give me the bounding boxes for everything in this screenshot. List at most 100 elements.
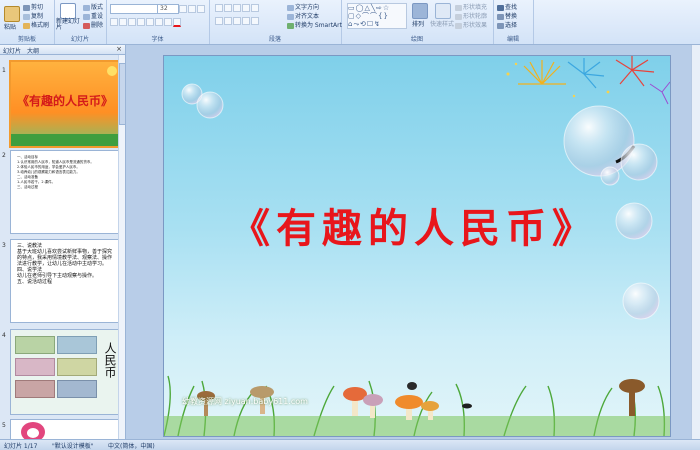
panel-tabs: 幻灯片 大纲 × bbox=[0, 45, 125, 55]
find-button[interactable]: 查找 bbox=[497, 2, 517, 11]
banknote-image bbox=[15, 380, 55, 398]
cut-button[interactable]: 剪切 bbox=[23, 2, 43, 11]
paste-icon[interactable] bbox=[4, 6, 20, 22]
slide-thumbnail-2[interactable]: 一、活动目标 1.认识常用的人民币，知道人民币是流通的货币。 2.体验人民币的用… bbox=[10, 150, 122, 234]
editing-group: 查找 替换 选择 编辑 bbox=[493, 0, 534, 44]
slide-number: 2 bbox=[2, 152, 6, 159]
shrink-font-icon[interactable] bbox=[188, 5, 196, 13]
slide3-line: 基于大班幼儿喜欢尝试新鲜事物，善于探究的特点，我采用情境教学法、观察法、操作法进… bbox=[17, 249, 113, 267]
font-name-box[interactable] bbox=[110, 4, 158, 14]
slide-thumbnail-4[interactable]: 人民币 bbox=[10, 329, 124, 415]
banknote-image bbox=[57, 336, 97, 354]
effects-icon bbox=[455, 22, 462, 29]
copy-icon bbox=[23, 13, 30, 20]
shape-fill-button[interactable]: 形状填充 bbox=[455, 2, 487, 11]
pen-icon bbox=[455, 13, 462, 20]
numbering-icon[interactable] bbox=[224, 4, 232, 12]
bubble-icon bbox=[620, 143, 658, 181]
shapes-gallery[interactable]: ▭◯△╲⇨☆ ▢◇⌒⌒{} ⌂⤳⟲☐↯ bbox=[347, 3, 407, 29]
shadow-icon[interactable] bbox=[146, 18, 154, 26]
line-spacing-icon[interactable] bbox=[251, 4, 259, 12]
spacing-icon[interactable] bbox=[155, 18, 163, 26]
slide-watermark: 幼教资源网 ziyuan.baby611.com bbox=[182, 397, 308, 406]
quick-styles-button[interactable]: 快速样式 bbox=[430, 19, 454, 28]
align-right-icon[interactable] bbox=[233, 17, 241, 25]
slide-number: 4 bbox=[2, 332, 6, 339]
slide2-line: 三、活动过程 bbox=[17, 185, 38, 189]
font-color-icon[interactable] bbox=[173, 18, 181, 27]
close-icon[interactable]: × bbox=[116, 45, 122, 53]
status-bar: 幻灯片 1/17 "默认设计模板" 中文(简体，中国) bbox=[0, 439, 700, 450]
paste-button[interactable]: 粘贴 bbox=[4, 22, 16, 31]
slide-title[interactable]: 《有趣的人民币》 bbox=[204, 196, 624, 254]
bubble-icon bbox=[600, 166, 620, 186]
slides-label: 幻灯片 bbox=[70, 36, 89, 43]
strikethrough-icon[interactable] bbox=[137, 18, 145, 26]
new-slide-button[interactable]: 新建幻灯片 bbox=[56, 19, 82, 31]
align-text-button[interactable]: 对齐文本 bbox=[287, 11, 319, 20]
clipboard-group: 粘贴 剪切 复制 格式刷 剪贴板 bbox=[0, 0, 55, 44]
slide-canvas[interactable]: 《有趣的人民币》 幼教资源网 ziyuan.baby611.com bbox=[163, 55, 671, 437]
copy-button[interactable]: 复制 bbox=[23, 11, 43, 20]
align-left-icon[interactable] bbox=[215, 17, 223, 25]
decrease-indent-icon[interactable] bbox=[233, 4, 241, 12]
underline-icon[interactable] bbox=[128, 18, 136, 26]
slide-thumbnail-5[interactable] bbox=[10, 419, 124, 440]
justify-icon[interactable] bbox=[242, 17, 250, 25]
font-label: 字体 bbox=[151, 36, 164, 43]
cursor-icon bbox=[497, 22, 504, 29]
case-icon[interactable] bbox=[164, 18, 172, 26]
reset-button[interactable]: 重设 bbox=[83, 11, 103, 20]
bold-icon[interactable] bbox=[110, 18, 118, 26]
shape-outline-button[interactable]: 形状轮廓 bbox=[455, 11, 487, 20]
grass-ground bbox=[164, 416, 670, 436]
paragraph-label: 段落 bbox=[268, 36, 281, 43]
replace-button[interactable]: 替换 bbox=[497, 11, 517, 20]
text-direction-icon bbox=[287, 4, 294, 11]
slide3-line: 五、说活动过程 bbox=[17, 279, 53, 285]
drawing-group: ▭◯△╲⇨☆ ▢◇⌒⌒{} ⌂⤳⟲☐↯ 排列 快速样式 形状填充 形状轮廓 形状效果… bbox=[341, 0, 494, 44]
slides-group: 新建幻灯片 版式 重设 删除 幻灯片 bbox=[54, 0, 107, 44]
italic-icon[interactable] bbox=[119, 18, 127, 26]
text-direction-button[interactable]: 文字方向 bbox=[287, 2, 319, 11]
bubble-icon bbox=[622, 282, 660, 320]
drawing-label: 绘图 bbox=[410, 36, 423, 43]
editor-scrollbar[interactable] bbox=[691, 45, 700, 439]
panel-scrollbar[interactable] bbox=[118, 55, 126, 439]
font-size-box[interactable]: 32 bbox=[157, 4, 179, 14]
quick-styles-icon[interactable] bbox=[435, 3, 451, 19]
arrange-icon[interactable] bbox=[412, 3, 428, 19]
columns-icon[interactable] bbox=[251, 17, 259, 25]
slide-number: 3 bbox=[2, 242, 6, 249]
convert-smartart-button[interactable]: 转换为 SmartArt bbox=[287, 20, 342, 29]
slide-thumbnail-3[interactable]: 三、说教法 基于大班幼儿喜欢尝试新鲜事物，善于探究的特点，我采用情境教学法、观察… bbox=[10, 239, 122, 323]
tab-slides[interactable]: 幻灯片 bbox=[3, 46, 21, 55]
slides-panel: 幻灯片 大纲 × 1 《有趣的人民币》 2 一、活动目标 1.认识常用的人民币，… bbox=[0, 45, 126, 440]
reset-icon bbox=[83, 13, 90, 20]
new-slide-icon[interactable] bbox=[60, 3, 76, 19]
slide-thumbnail-1[interactable]: 《有趣的人民币》 bbox=[9, 60, 125, 148]
clipboard-label: 剪贴板 bbox=[17, 36, 36, 43]
shape-effects-button[interactable]: 形状效果 bbox=[455, 20, 487, 29]
banknote-image bbox=[57, 380, 97, 398]
fireworks-icon bbox=[506, 56, 670, 105]
banknote-image bbox=[15, 336, 55, 354]
format-painter-button[interactable]: 格式刷 bbox=[23, 20, 49, 29]
clear-format-icon[interactable] bbox=[197, 5, 205, 13]
tab-outline[interactable]: 大纲 bbox=[27, 46, 39, 55]
align-center-icon[interactable] bbox=[224, 17, 232, 25]
slide-number: 1 bbox=[2, 67, 6, 74]
select-button[interactable]: 选择 bbox=[497, 20, 517, 29]
panel-scroll-thumb[interactable] bbox=[119, 63, 126, 125]
smartart-icon bbox=[287, 22, 294, 29]
slide4-thumb-title: 人民币 bbox=[103, 342, 117, 378]
arrange-button[interactable]: 排列 bbox=[412, 19, 424, 28]
replace-icon bbox=[497, 13, 504, 20]
slide-editing-area: 《有趣的人民币》 幼教资源网 ziyuan.baby611.com bbox=[126, 45, 700, 439]
bullets-icon[interactable] bbox=[215, 4, 223, 12]
snail-icon bbox=[407, 382, 417, 390]
grow-font-icon[interactable] bbox=[179, 5, 187, 13]
layout-button[interactable]: 版式 bbox=[83, 2, 103, 11]
delete-slide-button[interactable]: 删除 bbox=[83, 20, 103, 29]
increase-indent-icon[interactable] bbox=[242, 4, 250, 12]
